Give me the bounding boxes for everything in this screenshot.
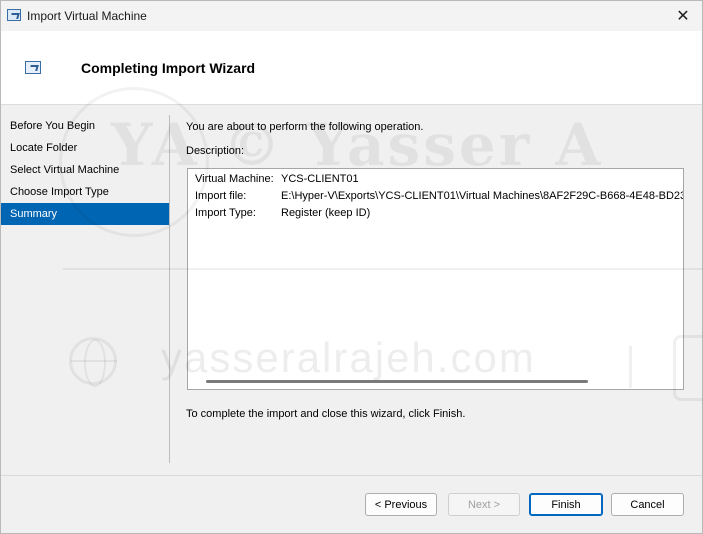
import-vm-window: Import Virtual Machine ✕ Completing Impo… — [0, 0, 703, 534]
description-label: Description: — [186, 145, 245, 157]
desc-key: Import Type: — [195, 207, 256, 219]
nav-item-locate-folder[interactable]: Locate Folder — [1, 137, 169, 159]
nav-item-summary[interactable]: Summary — [1, 203, 169, 225]
horizontal-scrollbar-thumb[interactable] — [206, 380, 588, 383]
page-title: Completing Import Wizard — [81, 60, 256, 76]
desc-row-import-type: Import Type: Register (keep ID) — [195, 207, 370, 223]
title-bar: Import Virtual Machine ✕ — [1, 1, 702, 31]
nav-divider — [169, 115, 170, 463]
wizard-import-icon — [25, 61, 41, 74]
description-box[interactable]: Virtual Machine: YCS-CLIENT01 Import fil… — [187, 168, 684, 390]
desc-key: Import file: — [195, 190, 247, 202]
wizard-header: Completing Import Wizard — [1, 31, 702, 105]
intro-text: You are about to perform the following o… — [186, 121, 424, 133]
globe-icon — [69, 337, 117, 387]
hyper-v-import-icon — [7, 9, 21, 21]
nav-item-before-you-begin[interactable]: Before You Begin — [1, 115, 169, 137]
desc-value: Register (keep ID) — [281, 207, 371, 219]
nav-item-select-virtual-machine[interactable]: Select Virtual Machine — [1, 159, 169, 181]
finish-button[interactable]: Finish — [529, 493, 603, 516]
cancel-button[interactable]: Cancel — [611, 493, 684, 516]
desc-value: YCS-CLIENT01 — [281, 173, 359, 185]
desc-key: Virtual Machine: — [195, 173, 274, 185]
next-button[interactable]: Next > — [448, 493, 520, 516]
wizard-steps-nav: Before You Begin Locate Folder Select Vi… — [1, 115, 169, 225]
window-title: Import Virtual Machine — [27, 9, 147, 23]
nav-item-choose-import-type[interactable]: Choose Import Type — [1, 181, 169, 203]
desc-row-virtual-machine: Virtual Machine: YCS-CLIENT01 — [195, 173, 359, 189]
previous-button[interactable]: < Previous — [365, 493, 437, 516]
desc-row-import-file: Import file: E:\Hyper-V\Exports\YCS-CLIE… — [195, 190, 684, 206]
close-icon[interactable]: ✕ — [672, 5, 694, 27]
footer-divider — [1, 475, 702, 476]
finish-instruction: To complete the import and close this wi… — [186, 408, 466, 420]
desc-value: E:\Hyper-V\Exports\YCS-CLIENT01\Virtual … — [281, 190, 684, 202]
